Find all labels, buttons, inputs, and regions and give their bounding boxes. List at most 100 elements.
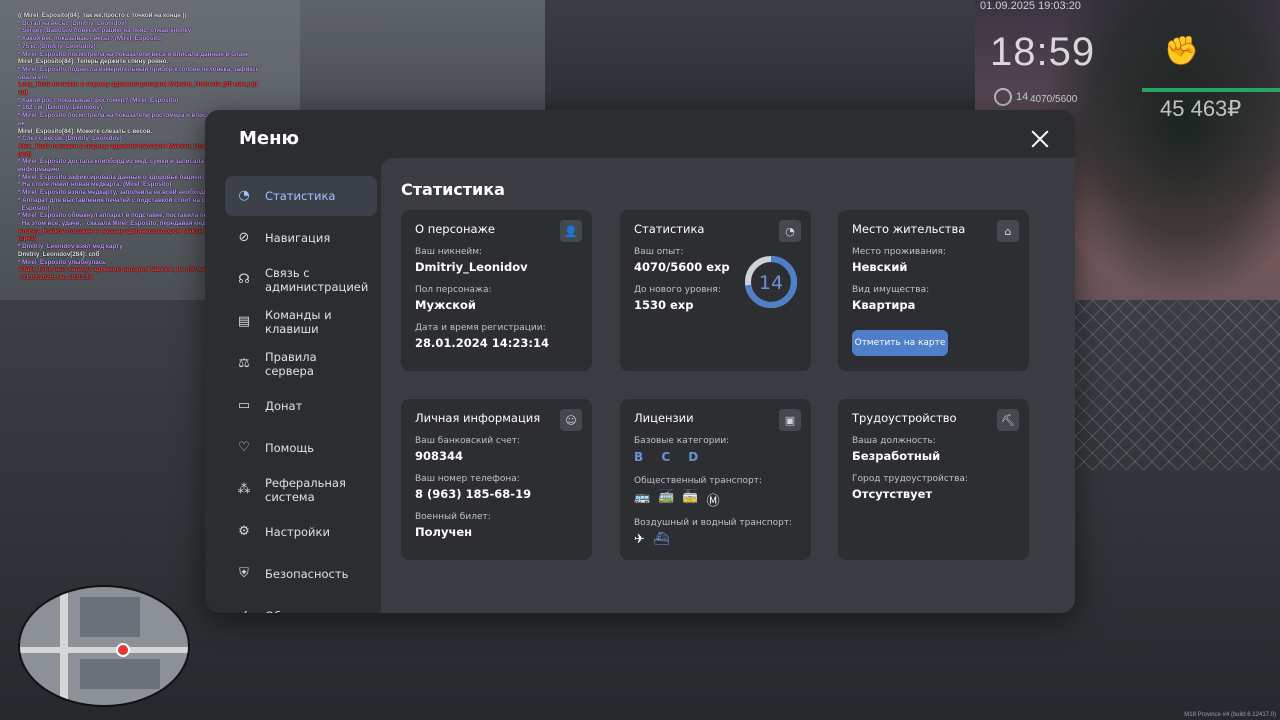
nickname-label: Ваш никнейм: <box>415 247 483 257</box>
field-nickname: Ваш никнейм: Dmitriy_Leonidov <box>415 246 528 275</box>
hud-datetime: 01.09.2025 19:03:20 <box>980 0 1081 12</box>
chat-line: Mirel_Esposito[84]: Теперь держите спину… <box>18 58 169 66</box>
field-registration: Дата и время регистрации: 28.01.2024 14:… <box>415 322 549 351</box>
place-label: Место проживания: <box>852 247 946 257</box>
trolleybus-icon: 🚎 <box>658 490 675 505</box>
chat-line: * Встал на весы. (Dmitriy_Leonidov) <box>18 19 127 27</box>
gender-value: Мужской <box>415 298 476 312</box>
nav-item-label: Статистика <box>265 189 336 203</box>
chat-line: (( Mirel_Esposito[84]: так же,просто с т… <box>18 12 187 19</box>
clock-pie-icon: ◔ <box>779 220 801 242</box>
nav-item-8[interactable]: ⁂ Реферальная система <box>225 470 377 510</box>
air-water-icons: ✈ ⛴ <box>634 532 792 547</box>
nav-item-label: Настройки <box>265 525 330 539</box>
hud-exp: 4070/5600 <box>1030 94 1078 105</box>
shield-icon: ⛨ <box>239 566 249 581</box>
nav-item-label: Безопасность <box>265 567 349 581</box>
field-basic-categories: Базовые категории: B C D <box>634 435 729 464</box>
card-title: Лицензии <box>634 411 694 425</box>
next-level-value: 1530 exp <box>634 298 694 312</box>
field-property: Вид имущества: Квартира <box>852 284 929 313</box>
heart-hand-icon: ♡ <box>238 440 250 455</box>
hud-level-value: 14 <box>1016 90 1029 103</box>
employment-city-value: Отсутствует <box>852 487 933 501</box>
employment-city-label: Город трудоустройства: <box>852 474 968 484</box>
chat-line: * Mirel_Esposito поднесла измерительный … <box>18 65 258 73</box>
position-label: Ваша должность: <box>852 436 936 446</box>
basic-categories-value: B C D <box>634 450 706 464</box>
nav-item-10[interactable]: ⛨ Безопасность <box>225 554 377 594</box>
card-personal: Личная информация ☺ Ваш банковский счет:… <box>401 399 592 560</box>
public-transport-icons: 🚌 🚎 🚋 Ⓜ <box>634 490 762 509</box>
fist-icon: ✊ <box>1164 34 1199 67</box>
exp-value: 4070/5600 exp <box>634 260 730 274</box>
compass-icon: ⊘ <box>238 230 250 245</box>
id-card-icon: ▣ <box>779 409 801 431</box>
nav-item-2[interactable]: ⊘ Навигация <box>225 218 377 258</box>
field-next-level: До нового уровня: 1530 exp <box>634 284 721 313</box>
card-residence: Место жительства ⌂ Место проживания: Нев… <box>838 210 1029 371</box>
card-title: Трудоустройство <box>852 411 957 425</box>
nav-item-label: Помощь <box>265 441 315 455</box>
card-employment: Трудоустройство ⛏ Ваша должность: Безраб… <box>838 399 1029 560</box>
nav-item-4[interactable]: ▤ Команды и клавиши <box>225 302 377 342</box>
hud-money: 45 463₽ <box>1160 96 1242 121</box>
card-title: Место жительства <box>852 222 966 236</box>
health-bar <box>1142 88 1280 92</box>
card-statistic: Статистика ◔ Ваш опыт: 4070/5600 exp До … <box>620 210 811 371</box>
people-network-icon: ⁂ <box>237 482 251 497</box>
tram-icon: 🚋 <box>682 490 699 505</box>
close-icon[interactable] <box>1031 130 1049 148</box>
field-position: Ваша должность: Безработный <box>852 435 940 464</box>
field-phone: Ваш номер телефона: 8 (963) 185-68-19 <box>415 473 531 502</box>
minimap[interactable] <box>18 585 190 707</box>
nav-item-3[interactable]: ☊ Связь с администрацией <box>225 260 377 300</box>
fence <box>1075 300 1280 470</box>
field-bank: Ваш банковский счет: 908344 <box>415 435 520 464</box>
chat-line: * 75 кг. (Dmitriy_Leonidov) <box>18 42 96 50</box>
nav-item-11[interactable]: ✓ Обновления <box>225 596 377 614</box>
gear-icon: ⚙ <box>238 524 250 539</box>
scales-icon: ⚖ <box>238 356 250 371</box>
military-label: Военный билет: <box>415 512 491 522</box>
nav-item-9[interactable]: ⚙ Настройки <box>225 512 377 552</box>
place-value: Невский <box>852 260 908 274</box>
field-gender: Пол персонажа: Мужской <box>415 284 492 313</box>
metro-icon: Ⓜ <box>706 494 720 509</box>
chat-line: Lexy_Tesla посажен в тюрьму администрато… <box>18 81 258 89</box>
registration-value: 28.01.2024 14:23:14 <box>415 336 549 350</box>
registration-label: Дата и время регистрации: <box>415 323 546 333</box>
nickname-value: Dmitriy_Leonidov <box>415 260 528 274</box>
field-place: Место проживания: Невский <box>852 246 946 275</box>
user-icon: 👤 <box>560 220 582 242</box>
map-road <box>20 647 188 653</box>
chat-line: * Mirel_Esposito посмотрела на показател… <box>18 50 249 58</box>
nav-item-5[interactable]: ⚖ Правила сервера <box>225 344 377 384</box>
card-licenses: Лицензии ▣ Базовые категории: B C D Обще… <box>620 399 811 560</box>
bank-label: Ваш банковский счет: <box>415 436 521 446</box>
position-value: Безработный <box>852 449 941 463</box>
nav-item-label: Правила сервера <box>265 350 317 378</box>
basic-categories-label: Базовые категории: <box>634 436 730 446</box>
card-title: Личная информация <box>415 411 541 425</box>
hud-clock: 18:59 <box>990 30 1096 74</box>
building-back <box>545 0 975 120</box>
gender-label: Пол персонажа: <box>415 285 492 295</box>
player-marker-icon <box>116 643 130 657</box>
nav-item-label: Донат <box>265 399 303 413</box>
map-block <box>80 659 160 689</box>
card-title: О персонаже <box>415 222 495 236</box>
card-character: О персонаже 👤 Ваш никнейм: Dmitriy_Leoni… <box>401 210 592 371</box>
map-road <box>60 587 68 705</box>
menu-title: Меню <box>239 128 300 149</box>
nav-item-label: Навигация <box>265 231 331 245</box>
nav-item-label: Обновления <box>265 609 339 613</box>
mark-on-map-button[interactable]: Отметить на карте <box>852 330 948 356</box>
phone-value: 8 (963) 185-68-19 <box>415 487 532 501</box>
field-employment-city: Город трудоустройства: Отсутствует <box>852 473 968 502</box>
nav-item-6[interactable]: ▭ Донат <box>225 386 377 426</box>
nav-item-1[interactable]: ◔ Статистика <box>225 176 377 216</box>
wallet-icon: ▭ <box>237 398 251 413</box>
chat-line: овала его <box>18 73 48 81</box>
nav-item-7[interactable]: ♡ Помощь <box>225 428 377 468</box>
